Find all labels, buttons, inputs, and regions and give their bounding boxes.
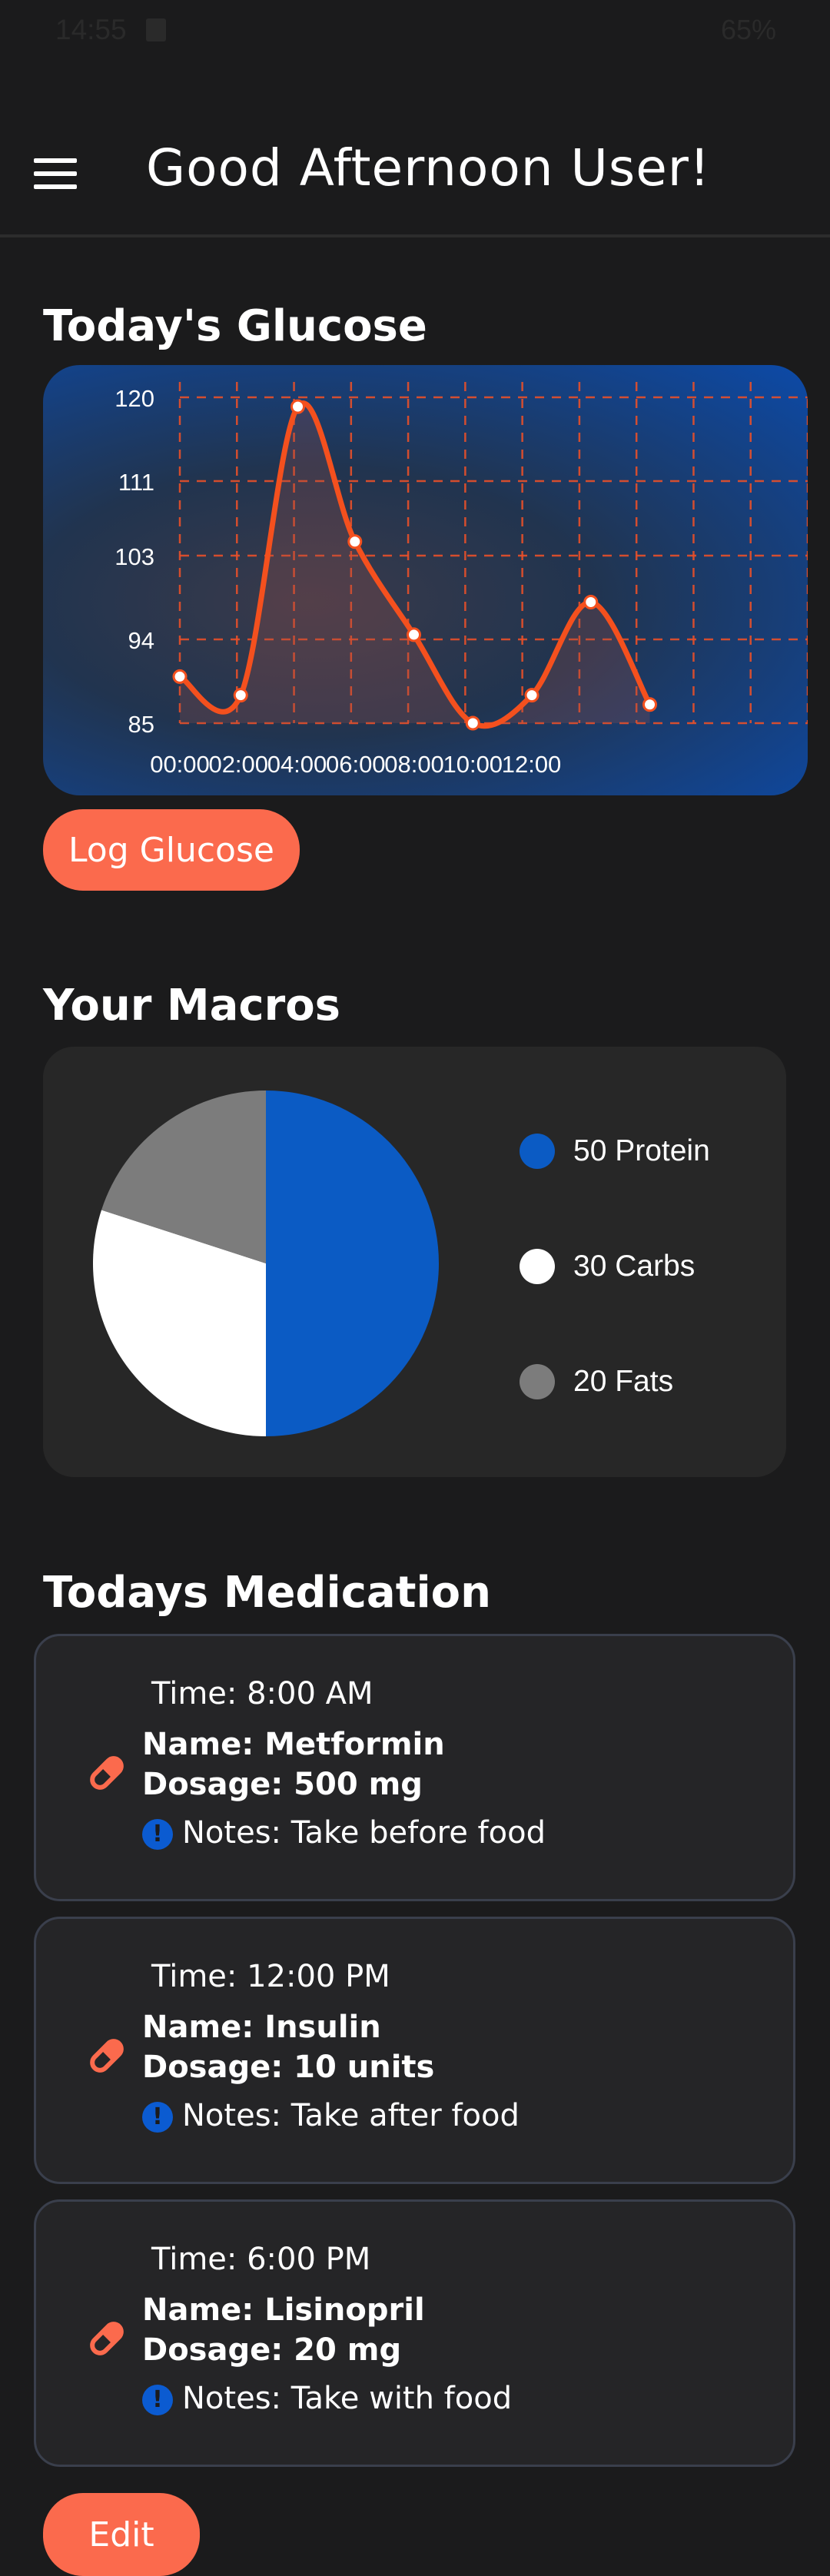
log-glucose-button[interactable]: Log Glucose (43, 809, 300, 891)
y-tick-label: 85 (128, 711, 154, 738)
medication-time: Time: 12:00 PM (151, 1959, 390, 1994)
medication-dosage: Dosage: 500 mg (142, 1767, 423, 1802)
glucose-point (347, 534, 363, 549)
medication-name: Name: Metformin (142, 1727, 445, 1762)
medication-name: Name: Insulin (142, 2010, 381, 2045)
glucose-point (172, 669, 188, 684)
x-tick-label: 08:00 (384, 751, 444, 778)
glucose-point (290, 399, 305, 414)
medication-dosage: Dosage: 20 mg (142, 2332, 402, 2368)
exclamation-icon: ! (142, 2102, 173, 2133)
status-bar: 14:55 65% (0, 0, 830, 69)
medication-card[interactable]: Time: 12:00 PM Name: Insulin Dosage: 10 … (34, 1917, 795, 2184)
medication-dosage: Dosage: 10 units (142, 2050, 435, 2085)
battery-status: 65% (720, 14, 776, 45)
legend-label-protein: 50 Protein (573, 1134, 710, 1167)
legend-label-carbs: 30 Carbs (573, 1250, 696, 1283)
medication-section-title: Todays Medication (43, 1568, 491, 1618)
macros-section-title: Your Macros (43, 981, 340, 1031)
legend-item-protein: 50 Protein (520, 1133, 710, 1170)
x-tick-label: 06:00 (326, 751, 386, 778)
glucose-section-title: Today's Glucose (43, 301, 427, 351)
pill-icon (90, 2322, 124, 2355)
macros-card: 50 Protein 30 Carbs 20 Fats (43, 1047, 786, 1477)
pill-icon (90, 2039, 124, 2073)
macros-pie-chart (92, 1090, 439, 1436)
legend-dot-fats (520, 1364, 555, 1399)
glucose-chart-svg: 120 111 103 94 85 00:0002:0004:0006:0008:0010… (115, 382, 808, 778)
medication-time: Time: 6:00 PM (151, 2242, 371, 2277)
x-tick-label: 04:00 (267, 751, 327, 778)
medication-time: Time: 8:00 AM (151, 1676, 374, 1711)
pill-icon (90, 1756, 124, 1790)
legend-label-fats: 20 Fats (573, 1365, 674, 1398)
y-tick-label: 120 (115, 385, 154, 412)
medication-card[interactable]: Time: 8:00 AM Name: Metformin Dosage: 50… (34, 1634, 795, 1901)
legend-dot-protein (520, 1134, 555, 1169)
glucose-point (407, 627, 422, 642)
glucose-point (465, 715, 480, 731)
x-tick-label: 12:00 (502, 751, 562, 778)
exclamation-icon: ! (142, 2385, 173, 2415)
medication-card[interactable]: Time: 6:00 PM Name: Lisinopril Dosage: 2… (34, 2199, 795, 2467)
glucose-point (233, 688, 248, 703)
pie-slice (266, 1090, 439, 1436)
glucose-chart: 120 111 103 94 85 00:00 02:00 04:00 06:00 08:00 10… (43, 365, 808, 795)
notification-icon (146, 18, 166, 41)
medication-notes: Notes: Take before food (182, 1815, 546, 1851)
medication-notes: Notes: Take after food (182, 2098, 520, 2133)
glucose-point (642, 697, 658, 712)
hamburger-menu-icon[interactable] (34, 158, 77, 189)
x-tick-label: 02:00 (208, 751, 268, 778)
legend-item-carbs: 30 Carbs (520, 1248, 695, 1285)
y-tick-label: 103 (115, 543, 154, 570)
exclamation-icon: ! (142, 1819, 173, 1850)
legend-item-fats: 20 Fats (520, 1363, 673, 1400)
page-title: Good Afternoon User! (146, 138, 711, 198)
legend-dot-carbs (520, 1249, 555, 1284)
y-tick-label: 94 (128, 627, 154, 654)
edit-medication-button[interactable]: Edit (43, 2493, 200, 2576)
x-tick-label: 10:00 (443, 751, 503, 778)
app-bar: Good Afternoon User! (0, 108, 830, 237)
y-tick-label: 111 (118, 469, 154, 496)
medication-notes: Notes: Take with food (182, 2381, 513, 2416)
medication-name: Name: Lisinopril (142, 2292, 425, 2328)
status-time: 14:55 (55, 14, 127, 45)
glucose-point (524, 688, 540, 703)
x-tick-label: 00:00 (150, 751, 210, 778)
glucose-point (583, 595, 599, 610)
